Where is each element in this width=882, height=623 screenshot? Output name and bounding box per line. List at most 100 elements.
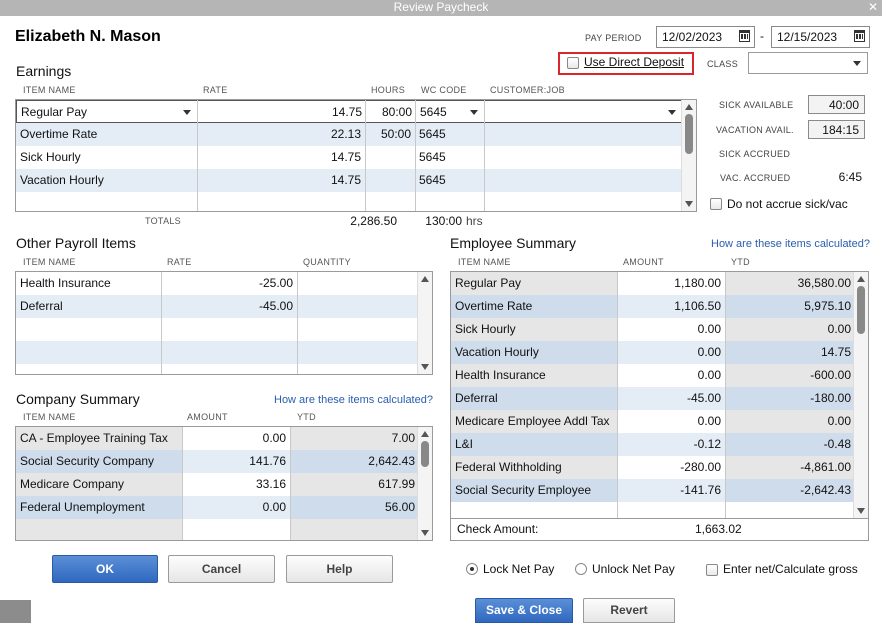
table-row[interactable]: Health Insurance -25.00 (16, 272, 419, 295)
employee-header-item: ITEM NAME (458, 257, 511, 267)
employee-item: Sick Hourly (451, 318, 617, 341)
earnings-wc[interactable]: 5645 (415, 123, 484, 146)
employee-ytd: -4,861.00 (725, 456, 855, 479)
window-title: Review Paycheck (393, 0, 489, 14)
other-header-qty: QUANTITY (303, 257, 351, 267)
earnings-rate[interactable]: 14.75 (197, 169, 365, 192)
employee-header-amount: AMOUNT (623, 257, 664, 267)
scroll-up-icon[interactable] (421, 276, 429, 282)
employee-amount: 0.00 (617, 318, 725, 341)
earnings-rate[interactable]: 22.13 (197, 123, 365, 146)
table-row[interactable]: Overtime Rate 22.13 50:00 5645 (16, 123, 683, 146)
ok-button[interactable]: OK (52, 555, 158, 583)
employee-item: Social Security Employee (451, 479, 617, 502)
cell-text: Regular Pay (21, 105, 88, 119)
earnings-item[interactable]: Overtime Rate (16, 123, 197, 146)
other-rate[interactable]: -25.00 (161, 272, 297, 295)
company-item: CA - Employee Training Tax (16, 427, 182, 450)
save-close-button[interactable]: Save & Close (475, 598, 573, 623)
company-header-amount: AMOUNT (187, 412, 228, 422)
table-row: Social Security Company 141.76 2,642.43 (16, 450, 419, 473)
employee-ytd: 14.75 (725, 341, 855, 364)
unlock-net-pay-label[interactable]: Unlock Net Pay (592, 562, 675, 576)
scroll-down-icon[interactable] (421, 364, 429, 370)
scroll-down-icon[interactable] (857, 508, 865, 514)
employee-amount: 0.00 (617, 364, 725, 387)
direct-deposit-label[interactable]: Use Direct Deposit (584, 55, 684, 69)
revert-button[interactable]: Revert (583, 598, 675, 623)
company-amount: 33.16 (182, 473, 290, 496)
table-row: L&I -0.12 -0.48 (451, 433, 855, 456)
company-calc-link[interactable]: How are these items calculated? (274, 394, 433, 406)
earnings-hours[interactable] (365, 146, 415, 169)
earnings-item-select[interactable]: Regular Pay (17, 101, 198, 124)
other-payroll-scrollbar[interactable] (417, 272, 432, 374)
chevron-down-icon[interactable] (470, 110, 478, 115)
scroll-down-icon[interactable] (421, 530, 429, 536)
scroll-down-icon[interactable] (685, 201, 693, 207)
earnings-wc[interactable]: 5645 (415, 169, 484, 192)
employee-amount: 0.00 (617, 410, 725, 433)
earnings-hours[interactable]: 50:00 (365, 123, 415, 146)
earnings-rate[interactable]: 14.75 (198, 101, 366, 124)
pay-period-end-field[interactable]: 12/15/2023 (771, 26, 870, 48)
table-row[interactable]: Deferral -45.00 (16, 295, 419, 318)
totals-unit: hrs (466, 214, 483, 228)
other-qty[interactable] (297, 295, 419, 318)
unlock-net-pay-radio[interactable] (575, 563, 587, 575)
close-icon[interactable]: ✕ (867, 0, 879, 14)
employee-amount: -0.12 (617, 433, 725, 456)
earnings-header-wc: WC CODE (421, 85, 467, 95)
lock-net-pay-label[interactable]: Lock Net Pay (483, 562, 554, 576)
earnings-scrollbar[interactable] (681, 100, 696, 211)
company-scrollbar[interactable] (417, 427, 432, 540)
pay-period-start-field[interactable]: 12/02/2023 (656, 26, 755, 48)
calendar-icon[interactable] (854, 30, 865, 42)
other-item[interactable]: Health Insurance (16, 272, 161, 295)
employee-ytd: -2,642.43 (725, 479, 855, 502)
employee-calc-link[interactable]: How are these items calculated? (711, 238, 870, 250)
direct-deposit-checkbox[interactable] (567, 57, 579, 69)
table-row: Medicare Company 33.16 617.99 (16, 473, 419, 496)
earnings-header-job: CUSTOMER:JOB (490, 85, 565, 95)
earnings-job[interactable] (485, 101, 684, 124)
table-row[interactable]: Vacation Hourly 14.75 5645 (16, 169, 683, 192)
scroll-up-icon[interactable] (685, 104, 693, 110)
scroll-thumb[interactable] (857, 286, 865, 334)
earnings-item[interactable]: Sick Hourly (16, 146, 197, 169)
table-row: Medicare Employee Addl Tax 0.00 0.00 (451, 410, 855, 433)
table-row[interactable] (16, 318, 419, 341)
chevron-down-icon[interactable] (668, 110, 676, 115)
employee-ytd: -180.00 (725, 387, 855, 410)
table-row: Regular Pay 1,180.00 36,580.00 (451, 272, 855, 295)
employee-scrollbar[interactable] (853, 272, 868, 518)
table-row[interactable]: Regular Pay 14.75 80:00 5645 (16, 100, 683, 123)
other-item[interactable]: Deferral (16, 295, 161, 318)
do-not-accrue-checkbox[interactable] (710, 198, 722, 210)
class-select[interactable] (748, 52, 868, 74)
employee-ytd: 36,580.00 (725, 272, 855, 295)
earnings-rate[interactable]: 14.75 (197, 146, 365, 169)
calendar-icon[interactable] (739, 30, 750, 42)
earnings-item[interactable]: Vacation Hourly (16, 169, 197, 192)
earnings-hours[interactable] (365, 169, 415, 192)
other-qty[interactable] (297, 272, 419, 295)
scroll-up-icon[interactable] (421, 431, 429, 437)
other-header-item: ITEM NAME (23, 257, 76, 267)
table-row[interactable]: Sick Hourly 14.75 5645 (16, 146, 683, 169)
employee-ytd: 0.00 (725, 410, 855, 433)
lock-net-pay-radio[interactable] (466, 563, 478, 575)
cancel-button[interactable]: Cancel (168, 555, 275, 583)
do-not-accrue-label[interactable]: Do not accrue sick/vac (727, 197, 848, 211)
earnings-hours[interactable]: 80:00 (366, 101, 416, 124)
scroll-up-icon[interactable] (857, 276, 865, 282)
enter-net-checkbox[interactable] (706, 564, 718, 576)
earnings-wc[interactable]: 5645 (415, 146, 484, 169)
help-button[interactable]: Help (286, 555, 393, 583)
other-rate[interactable]: -45.00 (161, 295, 297, 318)
enter-net-label[interactable]: Enter net/Calculate gross (723, 562, 858, 576)
scroll-thumb[interactable] (421, 441, 429, 467)
chevron-down-icon[interactable] (183, 110, 191, 115)
scroll-thumb[interactable] (685, 114, 693, 154)
table-row[interactable] (16, 341, 419, 364)
